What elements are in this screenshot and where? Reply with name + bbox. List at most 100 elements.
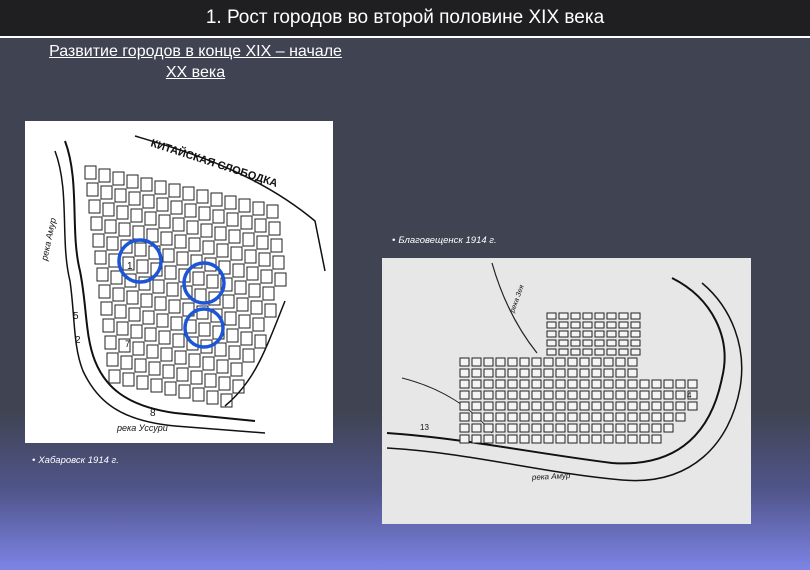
city-block: [630, 321, 641, 329]
city-block: [130, 324, 143, 339]
city-block: [570, 348, 581, 356]
city-block: [591, 357, 602, 367]
city-block: [615, 357, 626, 367]
city-block: [582, 348, 593, 356]
city-block: [104, 335, 117, 350]
city-block: [98, 284, 111, 299]
city-block: [615, 390, 626, 400]
city-block: [98, 168, 111, 183]
subtitle-line-2: XX века: [165, 64, 226, 81]
city-block: [483, 368, 494, 378]
city-block: [226, 212, 239, 227]
city-block: [558, 339, 569, 347]
city-block: [603, 412, 614, 422]
city-block: [192, 387, 205, 402]
city-block: [108, 369, 121, 384]
city-block: [162, 248, 175, 263]
slide-title: 1. Рост городов во второй половине XIX в…: [205, 7, 605, 28]
title-bar: 1. Рост городов во второй половине XIX в…: [0, 0, 810, 38]
city-block: [144, 211, 157, 226]
city-block: [651, 423, 662, 433]
city-block: [531, 434, 542, 444]
city-block: [471, 379, 482, 389]
city-block: [100, 301, 113, 316]
city-block: [519, 379, 530, 389]
city-block: [495, 390, 506, 400]
highlight-circle-1: [117, 238, 163, 284]
city-block: [459, 357, 470, 367]
city-block: [242, 232, 255, 247]
city-block: [483, 412, 494, 422]
city-block: [234, 280, 247, 295]
city-block: [260, 269, 273, 284]
city-block: [176, 367, 189, 382]
city-block: [591, 379, 602, 389]
city-block: [214, 226, 227, 241]
city-block: [627, 423, 638, 433]
city-block: [254, 218, 267, 233]
label-num-1: 1: [127, 261, 133, 272]
city-block: [582, 330, 593, 338]
city-block: [543, 390, 554, 400]
city-block: [531, 368, 542, 378]
city-block: [591, 401, 602, 411]
city-block: [579, 390, 590, 400]
city-block: [156, 313, 169, 328]
city-block: [104, 219, 117, 234]
city-block: [459, 390, 470, 400]
city-block: [507, 357, 518, 367]
city-block: [579, 368, 590, 378]
city-block: [102, 318, 115, 333]
city-block: [264, 303, 277, 318]
city-block: [543, 434, 554, 444]
city-block: [86, 182, 99, 197]
city-block: [188, 353, 201, 368]
city-block: [483, 379, 494, 389]
city-block: [94, 250, 107, 265]
city-block: [160, 347, 173, 362]
city-block: [90, 216, 103, 231]
city-block: [268, 221, 281, 236]
city-block: [459, 401, 470, 411]
city-block: [507, 379, 518, 389]
city-block: [256, 235, 269, 250]
city-block: [567, 368, 578, 378]
city-block: [483, 423, 494, 433]
city-block: [603, 401, 614, 411]
city-block: [106, 352, 119, 367]
city-block: [591, 368, 602, 378]
city-block: [651, 412, 662, 422]
city-block: [204, 373, 217, 388]
city-block: [102, 202, 115, 217]
label-num-13: 13: [420, 423, 429, 432]
city-block: [130, 208, 143, 223]
city-block: [627, 368, 638, 378]
city-block: [112, 287, 125, 302]
city-block: [126, 174, 139, 189]
city-block: [519, 357, 530, 367]
city-block: [615, 368, 626, 378]
city-block: [570, 321, 581, 329]
city-block: [126, 290, 139, 305]
city-block: [546, 321, 557, 329]
city-block: [459, 368, 470, 378]
city-block: [543, 412, 554, 422]
city-block: [519, 401, 530, 411]
city-block: [200, 223, 213, 238]
city-block: [246, 266, 259, 281]
city-block: [238, 198, 251, 213]
city-block: [210, 192, 223, 207]
city-block: [591, 423, 602, 433]
city-block: [519, 423, 530, 433]
city-block: [546, 348, 557, 356]
city-block: [252, 317, 265, 332]
city-block: [606, 348, 617, 356]
city-block: [675, 390, 686, 400]
city-block: [118, 222, 131, 237]
city-block: [615, 379, 626, 389]
city-block: [132, 225, 145, 240]
city-block: [230, 246, 243, 261]
city-block: [543, 423, 554, 433]
city-block: [471, 423, 482, 433]
city-block: [567, 412, 578, 422]
